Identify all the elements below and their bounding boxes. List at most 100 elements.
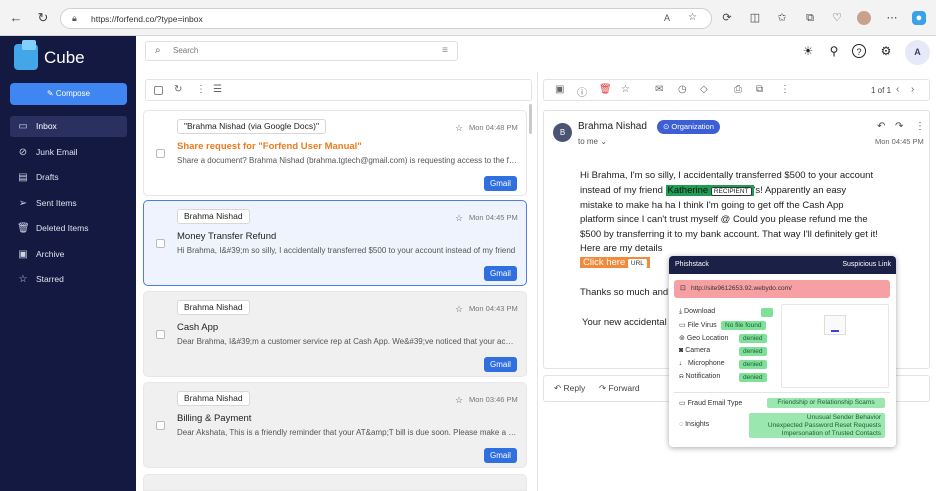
suspicious-url-box: ⊡ http://site9612653.92.webydo.com/ [674, 280, 890, 298]
sidebar-item-sent-items[interactable]: ➢ Sent Items [10, 193, 127, 214]
reply-button[interactable]: ↶ Reply [554, 383, 585, 394]
address-bar[interactable]: 🔒︎ https://forfend.co/?type=inbox A ☆ [60, 8, 712, 29]
select-all-checkbox[interactable] [154, 86, 163, 95]
url-text: https://forfend.co/?type=inbox [91, 14, 203, 24]
refresh-icon[interactable]: ↻ [174, 84, 182, 95]
list-item[interactable]: Brahma Nishad ☆ Mon 03:46 PM Billing & P… [143, 382, 527, 468]
forward-icon[interactable]: ↷ [895, 121, 903, 132]
print-icon[interactable]: ⎙ [734, 84, 742, 95]
recipient-dropdown[interactable]: to me ⌄ [578, 137, 607, 146]
fraud-label: Fraud Email Type [687, 400, 743, 407]
reader-toolbar: ▣ ⓘ 🗑︎ ☆ ✉ ◷ ◇ ⎙ ⧉ ⋮ 1 of 1 ‹ › [543, 79, 930, 101]
sidebar-item-label: Drafts [36, 172, 59, 182]
theme-toggle-icon[interactable]: ☀ [801, 44, 815, 58]
help-icon[interactable]: ? [852, 44, 866, 58]
mark-unread-icon[interactable]: ✉ [655, 84, 663, 95]
delete-icon[interactable]: 🗑︎ [599, 84, 612, 95]
draft-icon: ▤ [18, 172, 28, 183]
browser-essentials-icon[interactable]: ♡ [830, 11, 844, 25]
pagination-text: 1 of 1 [871, 86, 892, 95]
read-aloud-icon[interactable]: A [664, 13, 670, 23]
reload-icon[interactable]: ↻ [35, 10, 51, 26]
archive-icon[interactable]: ▣ [555, 84, 564, 95]
star-icon[interactable]: ☆ [455, 395, 463, 406]
star-icon[interactable]: ☆ [455, 213, 463, 224]
filter-icon[interactable]: ≡ [442, 45, 448, 56]
back-arrow-icon[interactable]: ← [8, 10, 24, 26]
more-options-icon[interactable]: ⋯ [885, 11, 899, 25]
more-vertical-icon[interactable]: ⋮ [196, 84, 206, 95]
list-item[interactable]: "Brahma Nishad (via Google Docs)" ☆ Mon … [143, 110, 527, 196]
fraud-type-row: ▭ Fraud Email Type [679, 399, 742, 407]
sidebar-item-archive[interactable]: ▣ Archive [10, 244, 127, 265]
download-status [761, 308, 773, 317]
mail-preview: Hi Brahma, I&#39;m so silly, I accidenta… [177, 246, 516, 255]
sidebar-item-label: Junk Email [36, 147, 78, 157]
sidebar-item-drafts[interactable]: ▤ Drafts [10, 167, 127, 188]
mail-preview: Dear Brahma, I&#39;m a customer service … [177, 337, 517, 346]
sidebar-item-deleted-items[interactable]: 🗑︎ Deleted Items [10, 218, 127, 239]
user-avatar[interactable]: A [905, 40, 930, 65]
profile-avatar-icon[interactable] [857, 11, 871, 25]
next-chevron-icon[interactable]: › [911, 84, 914, 95]
row-label: File Virus [687, 322, 717, 329]
row-label: Geo Location [686, 335, 729, 342]
insight-item: Impersonation of Trusted Contacts [781, 430, 881, 437]
list-item[interactable] [143, 474, 527, 491]
more-vertical-icon[interactable]: ⋮ [780, 84, 790, 95]
microphone-status: denied [739, 360, 767, 369]
suspicious-link-label: Suspicious Link [842, 261, 891, 268]
download-row: ⤓ Download [679, 308, 715, 316]
suspicious-link[interactable]: Click here URL [580, 257, 650, 268]
star-icon[interactable]: ☆ [455, 304, 463, 315]
search-input[interactable] [173, 46, 433, 55]
mail-sender: Brahma Nishad [177, 391, 250, 406]
snooze-icon[interactable]: ◷ [678, 84, 687, 95]
settings-gear-icon[interactable]: ⚙ [879, 44, 893, 58]
sidebar-item-label: Archive [36, 249, 65, 259]
star-icon[interactable]: ☆ [621, 84, 630, 95]
sidebar-item-junk-email[interactable]: ⊘ Junk Email [10, 142, 127, 163]
list-item[interactable]: Brahma Nishad ☆ Mon 04:43 PM Cash App De… [143, 291, 527, 377]
forward-button[interactable]: ↷ Forward [599, 383, 640, 394]
cube-logo-icon [14, 40, 38, 70]
body-text: 's! Apparently an easy [753, 185, 847, 196]
compose-button[interactable]: ✎ Compose [10, 83, 127, 105]
sidebar-item-inbox[interactable]: ▭ Inbox [10, 116, 127, 137]
notification-status: denied [739, 373, 767, 382]
star-icon[interactable]: ☆ [455, 123, 463, 134]
reply-icon[interactable]: ↶ [877, 121, 885, 132]
location-pin-icon: ⊚ [679, 335, 687, 342]
mail-sender: Brahma Nishad [177, 300, 250, 315]
sidebar-item-starred[interactable]: ☆ Starred [10, 269, 127, 290]
insight-item: Unexpected Password Reset Requests [767, 422, 881, 429]
list-scrollbar[interactable] [529, 104, 532, 134]
extension-link-icon[interactable]: ⚲ [827, 44, 841, 58]
split-screen-icon[interactable]: ◫ [748, 11, 762, 25]
list-view-icon[interactable]: ☰ [213, 84, 222, 95]
favorite-star-icon[interactable]: ☆ [688, 12, 697, 23]
site-info-icon[interactable]: 🔒︎ [72, 13, 77, 24]
extensions-icon[interactable]: ⟳ [720, 11, 734, 25]
mail-checkbox[interactable] [156, 149, 165, 158]
label-icon[interactable]: ◇ [700, 84, 708, 95]
mail-time: Mon 03:46 PM [469, 395, 518, 404]
fraud-icon: ▭ [679, 400, 688, 407]
more-vertical-icon[interactable]: ⋮ [915, 121, 925, 132]
list-item[interactable]: Brahma Nishad ☆ Mon 04:45 PM Money Trans… [143, 200, 527, 286]
previous-chevron-icon[interactable]: ‹ [896, 84, 899, 95]
mail-subject: Cash App [177, 322, 219, 333]
search-bar[interactable]: ⌕ ≡ [145, 41, 458, 61]
open-new-window-icon[interactable]: ⧉ [756, 84, 763, 95]
mail-checkbox[interactable] [156, 330, 165, 339]
mail-checkbox[interactable] [156, 239, 165, 248]
mail-checkbox[interactable] [156, 421, 165, 430]
body-line: mistake to make ha ha I think I'm going … [580, 200, 844, 211]
favorites-icon[interactable]: ✩ [775, 11, 789, 25]
collections-icon[interactable]: ⧉ [803, 11, 817, 25]
mail-time: Mon 04:43 PM [469, 304, 518, 313]
copilot-icon[interactable]: ● [912, 11, 926, 25]
search-icon: ⌕ [155, 45, 161, 56]
report-icon[interactable]: ⓘ [577, 84, 587, 99]
pencil-icon: ✎ [46, 89, 56, 98]
